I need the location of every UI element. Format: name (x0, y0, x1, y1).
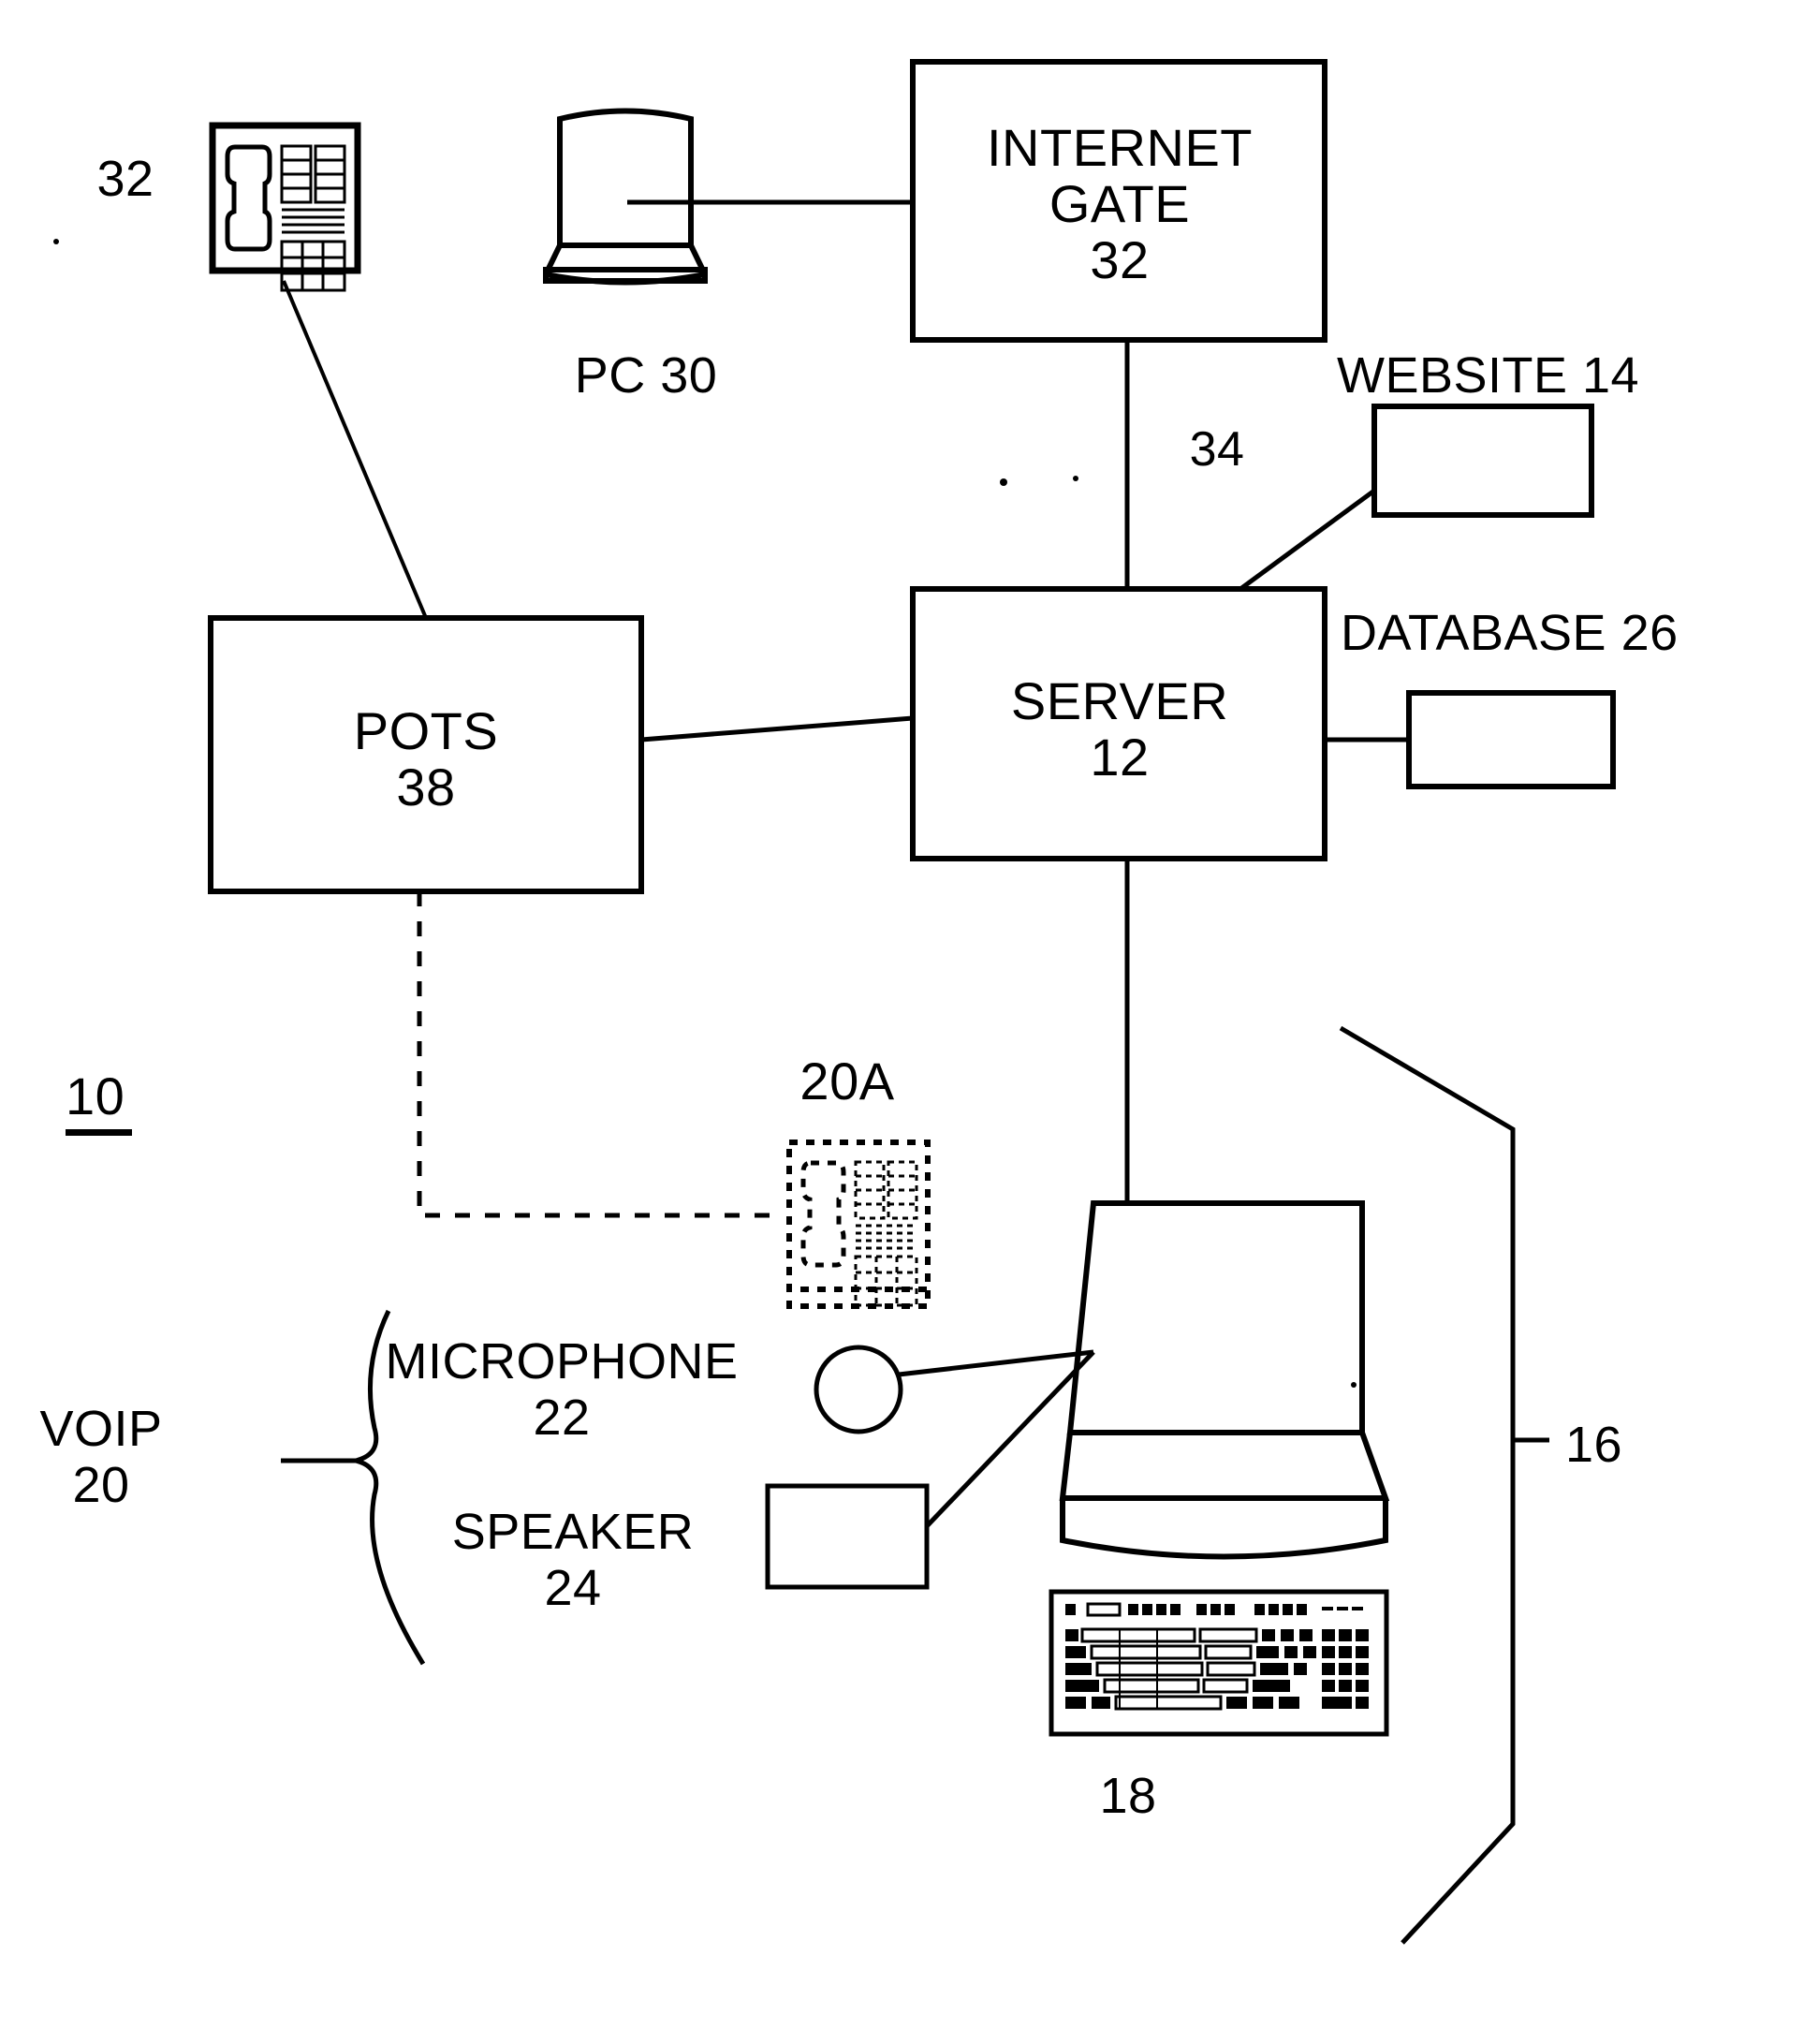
scan-artifact-dot (53, 239, 59, 244)
link-server-website (1239, 488, 1376, 592)
keyboard-icon (1049, 1589, 1389, 1737)
internet-gate-line1: INTERNET (987, 118, 1253, 177)
link-phone32-pots (282, 280, 428, 619)
system-bracket-16 (1339, 1025, 1516, 1945)
server-line1: SERVER (1010, 671, 1229, 730)
scan-artifact-dot (1073, 476, 1078, 481)
database-box[interactable] (1406, 690, 1616, 789)
pc-label: PC 30 (574, 347, 718, 404)
speaker-number: 24 (544, 1560, 602, 1616)
link-gate-server-label: 34 (1189, 422, 1245, 477)
internet-gate-number: 32 (1090, 230, 1150, 289)
link-microphone-terminal (898, 1349, 1094, 1377)
figure-reference-numeral: 10 (66, 1066, 133, 1137)
telephone-icon-top (209, 122, 361, 292)
pots-number: 38 (396, 757, 456, 816)
speaker-box (765, 1483, 930, 1590)
microphone-line1: MICROPHONE (385, 1333, 739, 1390)
phone-top-reference-label: 32 (96, 151, 154, 207)
website-label: WEBSITE 14 (1337, 347, 1640, 404)
pots-line1: POTS (353, 701, 499, 760)
pc-monitor-icon (543, 108, 708, 286)
voip-number: 20 (72, 1457, 130, 1513)
keyboard-label: 18 (1099, 1768, 1157, 1824)
server-number: 12 (1090, 728, 1150, 787)
internet-gate-line2: GATE (1049, 174, 1191, 233)
bracket-16-label: 16 (1565, 1417, 1623, 1473)
diagram-canvas (53, 59, 1616, 1945)
terminal-monitor-icon (1059, 1200, 1390, 1560)
microphone-icon (814, 1345, 903, 1434)
patent-figure-sheet: 32 PC 30 INTERNET GATE 32 WEBSITE 14 34 … (0, 0, 1804, 2044)
link-pots-server (640, 715, 914, 743)
voip-telephone-icon (786, 1140, 931, 1309)
link-pots-voipphone-dashed (417, 891, 785, 1218)
voip-line1: VOIP (39, 1401, 163, 1457)
speaker-line1: SPEAKER (451, 1504, 695, 1560)
voip-phone-label: 20A (799, 1051, 895, 1110)
microphone-number: 22 (533, 1390, 591, 1446)
scan-artifact-dot (1000, 478, 1007, 486)
website-box[interactable] (1371, 404, 1594, 518)
database-label: DATABASE 26 (1341, 605, 1679, 661)
scan-artifact-dot (1351, 1382, 1357, 1388)
